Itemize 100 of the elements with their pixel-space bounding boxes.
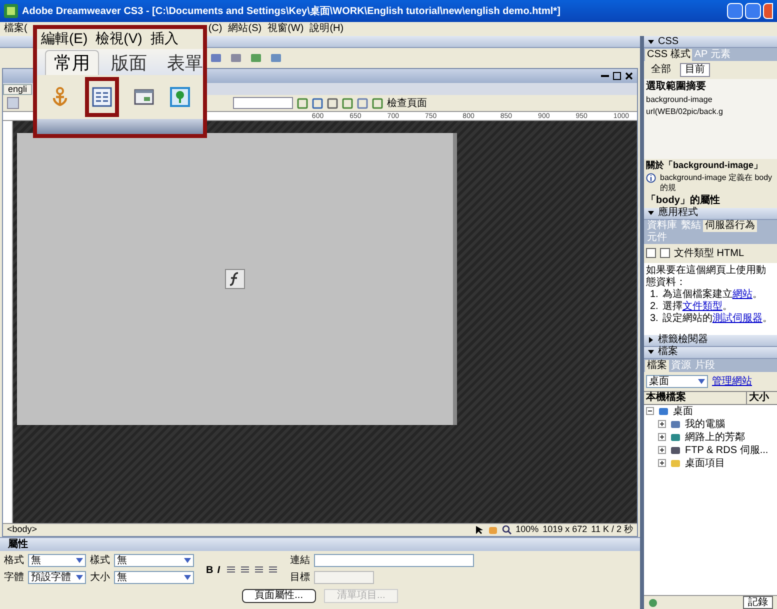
step-link[interactable]: 網站 bbox=[732, 288, 752, 300]
close-button[interactable] bbox=[763, 3, 773, 19]
menu-item[interactable]: 說明(H) bbox=[310, 24, 344, 34]
collapse-icon[interactable] bbox=[646, 407, 654, 415]
column-header[interactable]: 本機檔案 bbox=[644, 392, 747, 404]
align-icon[interactable] bbox=[240, 565, 250, 575]
step-link[interactable]: 測試伺服器 bbox=[712, 312, 762, 324]
step-number: 2. bbox=[650, 300, 658, 312]
toolbar-icon[interactable] bbox=[312, 98, 323, 108]
toolbar-icon[interactable] bbox=[250, 52, 262, 64]
expand-arrow-icon[interactable] bbox=[648, 349, 654, 355]
tree-item[interactable]: 桌面項目 bbox=[685, 456, 725, 470]
toolbar-icon[interactable] bbox=[270, 52, 282, 64]
step-link[interactable]: 文件類型 bbox=[682, 300, 722, 312]
expand-arrow-icon[interactable] bbox=[648, 210, 654, 216]
menu-item[interactable]: 網站(S) bbox=[228, 24, 262, 34]
dropdown[interactable]: 無 bbox=[28, 554, 86, 567]
panel-title[interactable]: 屬性 bbox=[8, 540, 28, 550]
mode-button[interactable]: 全部 bbox=[646, 63, 676, 77]
toolbar-icon[interactable] bbox=[372, 98, 383, 108]
insert-tab[interactable]: 常用 bbox=[45, 50, 99, 75]
column-header[interactable]: 大小 bbox=[747, 392, 777, 404]
step-text: 為這個檔案建立網站。 bbox=[662, 288, 762, 300]
expand-icon[interactable] bbox=[658, 459, 666, 467]
pointer-icon[interactable] bbox=[474, 525, 484, 535]
step-number: 1. bbox=[650, 288, 658, 300]
menu-item[interactable]: 檢視(V) bbox=[96, 30, 142, 46]
tag-selector[interactable]: <body> bbox=[7, 523, 471, 537]
insert-tab[interactable]: 版面 bbox=[103, 51, 155, 75]
title-field[interactable] bbox=[233, 97, 293, 109]
menu-item[interactable]: 編輯(E) bbox=[41, 30, 88, 46]
manage-sites-link[interactable]: 管理網站 bbox=[712, 374, 752, 388]
page-properties-button[interactable]: 頁面屬性... bbox=[242, 589, 316, 603]
menu-item[interactable]: 檔案( bbox=[4, 24, 28, 34]
image-button[interactable] bbox=[169, 85, 191, 109]
panel-title[interactable]: 檔案 bbox=[658, 347, 678, 357]
info-icon bbox=[646, 172, 656, 182]
expand-arrow-icon[interactable] bbox=[648, 38, 654, 44]
panel-tab[interactable]: CSS 樣式 bbox=[645, 49, 692, 61]
toolbar-icon[interactable] bbox=[327, 98, 338, 108]
window-size[interactable]: 1019 x 672 bbox=[542, 523, 588, 537]
menu-item[interactable]: 插入 bbox=[150, 30, 178, 46]
dropdown[interactable]: 預設字體 bbox=[28, 571, 86, 584]
table-icon bbox=[91, 86, 113, 108]
restore-button[interactable] bbox=[745, 3, 761, 19]
menu-item[interactable]: 視窗(W) bbox=[268, 24, 304, 34]
align-icon[interactable] bbox=[268, 565, 278, 575]
align-icon[interactable] bbox=[254, 565, 264, 575]
remove-button[interactable] bbox=[660, 248, 670, 258]
expand-icon[interactable] bbox=[658, 420, 666, 428]
close-icon[interactable] bbox=[625, 72, 633, 80]
check-page-button[interactable]: 檢查頁面 bbox=[387, 96, 427, 110]
panel-tab[interactable]: 檔案 bbox=[645, 360, 669, 372]
tree-item[interactable]: FTP & RDS 伺服... bbox=[685, 442, 768, 458]
log-button[interactable]: 記錄 bbox=[743, 596, 773, 609]
add-button[interactable] bbox=[646, 248, 656, 258]
zoom-icon[interactable] bbox=[502, 525, 512, 535]
minimize-button[interactable] bbox=[727, 3, 743, 19]
property-value: url(WEB/02pic/back.g bbox=[646, 106, 723, 118]
panel-title[interactable]: CSS bbox=[658, 36, 679, 46]
tree-item[interactable]: 桌面 bbox=[673, 404, 693, 418]
step-text: 設定網站的測試伺服器。 bbox=[662, 312, 772, 324]
tree-item[interactable]: 我的電腦 bbox=[685, 416, 725, 432]
toolbar-icon[interactable] bbox=[210, 52, 222, 64]
italic-button[interactable]: I bbox=[217, 562, 222, 578]
table-button[interactable] bbox=[85, 77, 119, 117]
window-title: Adobe Dreamweaver CS3 - [C:\Documents and Settings\Key\桌面\WORK\English tutorial\new\english demo.html*] bbox=[22, 4, 562, 18]
site-dropdown[interactable]: 桌面 bbox=[646, 374, 708, 388]
expand-arrow-icon[interactable] bbox=[648, 337, 654, 343]
toolbar-icon[interactable] bbox=[357, 98, 368, 108]
section-heading: 「body」的屬性 bbox=[646, 194, 721, 206]
field-label: 連結 bbox=[290, 554, 310, 568]
menu-item[interactable]: (C) bbox=[208, 24, 222, 34]
toolbar-icon[interactable] bbox=[230, 52, 242, 64]
tree-item[interactable]: 網路上的芳鄰 bbox=[685, 430, 745, 444]
zoom-level[interactable]: 100% bbox=[516, 523, 539, 537]
restore-icon[interactable] bbox=[613, 72, 621, 80]
align-icon[interactable] bbox=[226, 565, 236, 575]
bold-button[interactable]: B bbox=[206, 562, 214, 578]
toolbar-icon[interactable] bbox=[297, 98, 308, 108]
download-size: 11 K / 2 秒 bbox=[591, 523, 633, 536]
document-tab[interactable]: engli bbox=[3, 84, 32, 95]
info-text: background-image 定義在 body 的規 bbox=[660, 172, 774, 192]
toolbar-icon[interactable] bbox=[342, 98, 353, 108]
mode-button[interactable]: 目前 bbox=[680, 63, 710, 77]
insert-tab[interactable]: 表單 bbox=[159, 51, 203, 75]
field-label: 目標 bbox=[290, 570, 310, 585]
document-type: 文件類型 HTML bbox=[674, 246, 744, 260]
panel-tab[interactable]: 伺服器行為 bbox=[703, 220, 757, 232]
connect-icon[interactable] bbox=[648, 598, 658, 608]
dropdown[interactable]: 無 bbox=[114, 571, 194, 584]
expand-icon[interactable] bbox=[658, 446, 666, 454]
section-heading: 關於「background-image」 bbox=[646, 159, 764, 172]
expand-icon[interactable] bbox=[658, 433, 666, 441]
field-label: 格式 bbox=[4, 554, 24, 568]
link-field[interactable] bbox=[314, 554, 474, 567]
step-text: 選擇文件類型。 bbox=[662, 300, 732, 312]
field-label: 大小 bbox=[90, 570, 110, 585]
dropdown[interactable]: 無 bbox=[114, 554, 194, 567]
caret-icon bbox=[76, 558, 83, 563]
